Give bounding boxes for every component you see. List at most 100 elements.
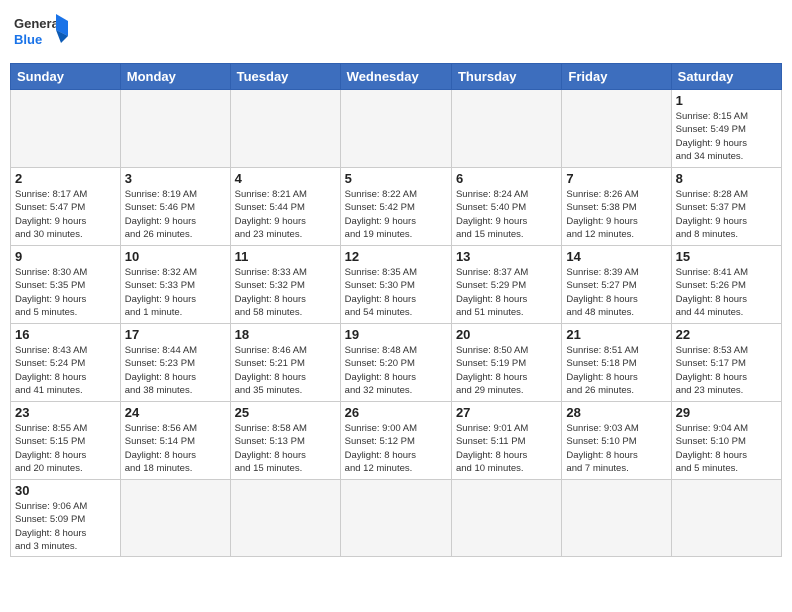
day-info: Sunrise: 9:04 AM Sunset: 5:10 PM Dayligh… (676, 422, 777, 475)
calendar-cell (340, 480, 451, 557)
day-number: 6 (456, 171, 557, 186)
weekday-header-thursday: Thursday (451, 64, 561, 90)
day-info: Sunrise: 8:26 AM Sunset: 5:38 PM Dayligh… (566, 188, 666, 241)
day-info: Sunrise: 8:39 AM Sunset: 5:27 PM Dayligh… (566, 266, 666, 319)
header: General Blue (10, 10, 782, 55)
day-number: 3 (125, 171, 226, 186)
calendar-cell: 19 Sunrise: 8:48 AM Sunset: 5:20 PM Dayli… (340, 324, 451, 402)
day-number: 22 (676, 327, 777, 342)
day-number: 21 (566, 327, 666, 342)
week-row-4: 16 Sunrise: 8:43 AM Sunset: 5:24 PM Dayli… (11, 324, 782, 402)
calendar-cell: 23 Sunrise: 8:55 AM Sunset: 5:15 PM Dayli… (11, 402, 121, 480)
day-number: 25 (235, 405, 336, 420)
day-number: 27 (456, 405, 557, 420)
calendar-cell: 25 Sunrise: 8:58 AM Sunset: 5:13 PM Dayli… (230, 402, 340, 480)
day-number: 16 (15, 327, 116, 342)
day-number: 23 (15, 405, 116, 420)
calendar-cell (230, 480, 340, 557)
day-number: 4 (235, 171, 336, 186)
day-number: 30 (15, 483, 116, 498)
calendar-cell: 29 Sunrise: 9:04 AM Sunset: 5:10 PM Dayli… (671, 402, 781, 480)
calendar-cell: 9Sunrise: 8:30 AM Sunset: 5:35 PM Daylig… (11, 246, 121, 324)
calendar-cell: 12 Sunrise: 8:35 AM Sunset: 5:30 PM Dayli… (340, 246, 451, 324)
day-number: 1 (676, 93, 777, 108)
calendar-cell: 26 Sunrise: 9:00 AM Sunset: 5:12 PM Dayli… (340, 402, 451, 480)
day-info: Sunrise: 8:37 AM Sunset: 5:29 PM Dayligh… (456, 266, 557, 319)
calendar-cell: 15Sunrise: 8:41 AM Sunset: 5:26 PM Dayli… (671, 246, 781, 324)
day-number: 29 (676, 405, 777, 420)
weekday-header-monday: Monday (120, 64, 230, 90)
calendar-cell: 2 Sunrise: 8:17 AM Sunset: 5:47 PM Daylig… (11, 168, 121, 246)
weekday-header-row: SundayMondayTuesdayWednesdayThursdayFrid… (11, 64, 782, 90)
day-number: 17 (125, 327, 226, 342)
day-info: Sunrise: 8:35 AM Sunset: 5:30 PM Dayligh… (345, 266, 447, 319)
day-info: Sunrise: 8:21 AM Sunset: 5:44 PM Dayligh… (235, 188, 336, 241)
day-info: Sunrise: 8:24 AM Sunset: 5:40 PM Dayligh… (456, 188, 557, 241)
calendar-cell: 6 Sunrise: 8:24 AM Sunset: 5:40 PM Daylig… (451, 168, 561, 246)
calendar-table: SundayMondayTuesdayWednesdayThursdayFrid… (10, 63, 782, 557)
day-number: 26 (345, 405, 447, 420)
calendar-cell: 21 Sunrise: 8:51 AM Sunset: 5:18 PM Dayli… (562, 324, 671, 402)
day-info: Sunrise: 8:32 AM Sunset: 5:33 PM Dayligh… (125, 266, 226, 319)
calendar-cell: 7 Sunrise: 8:26 AM Sunset: 5:38 PM Daylig… (562, 168, 671, 246)
svg-text:Blue: Blue (14, 32, 42, 47)
day-number: 13 (456, 249, 557, 264)
day-number: 2 (15, 171, 116, 186)
calendar-cell: 11Sunrise: 8:33 AM Sunset: 5:32 PM Dayli… (230, 246, 340, 324)
day-number: 24 (125, 405, 226, 420)
calendar-cell (230, 90, 340, 168)
svg-text:General: General (14, 16, 62, 31)
logo-svg: General Blue (14, 10, 69, 55)
day-number: 19 (345, 327, 447, 342)
day-info: Sunrise: 9:03 AM Sunset: 5:10 PM Dayligh… (566, 422, 666, 475)
calendar-cell: 13 Sunrise: 8:37 AM Sunset: 5:29 PM Dayli… (451, 246, 561, 324)
day-info: Sunrise: 8:55 AM Sunset: 5:15 PM Dayligh… (15, 422, 116, 475)
calendar-cell: 30Sunrise: 9:06 AM Sunset: 5:09 PM Dayli… (11, 480, 121, 557)
page: General Blue SundayMondayTuesdayWednesda… (0, 0, 792, 567)
day-number: 20 (456, 327, 557, 342)
logo: General Blue (14, 10, 69, 55)
day-info: Sunrise: 8:58 AM Sunset: 5:13 PM Dayligh… (235, 422, 336, 475)
calendar-cell: 1Sunrise: 8:15 AM Sunset: 5:49 PM Daylig… (671, 90, 781, 168)
day-number: 15 (676, 249, 777, 264)
calendar-cell: 8Sunrise: 8:28 AM Sunset: 5:37 PM Daylig… (671, 168, 781, 246)
calendar-cell (562, 90, 671, 168)
day-info: Sunrise: 9:00 AM Sunset: 5:12 PM Dayligh… (345, 422, 447, 475)
week-row-1: 1Sunrise: 8:15 AM Sunset: 5:49 PM Daylig… (11, 90, 782, 168)
calendar-cell (120, 90, 230, 168)
day-info: Sunrise: 8:51 AM Sunset: 5:18 PM Dayligh… (566, 344, 666, 397)
calendar-cell (671, 480, 781, 557)
day-info: Sunrise: 8:33 AM Sunset: 5:32 PM Dayligh… (235, 266, 336, 319)
day-info: Sunrise: 9:01 AM Sunset: 5:11 PM Dayligh… (456, 422, 557, 475)
day-info: Sunrise: 8:50 AM Sunset: 5:19 PM Dayligh… (456, 344, 557, 397)
calendar-cell (451, 90, 561, 168)
calendar-cell (451, 480, 561, 557)
calendar-cell: 14 Sunrise: 8:39 AM Sunset: 5:27 PM Dayli… (562, 246, 671, 324)
calendar-cell: 3Sunrise: 8:19 AM Sunset: 5:46 PM Daylig… (120, 168, 230, 246)
weekday-header-friday: Friday (562, 64, 671, 90)
week-row-3: 9Sunrise: 8:30 AM Sunset: 5:35 PM Daylig… (11, 246, 782, 324)
day-info: Sunrise: 8:48 AM Sunset: 5:20 PM Dayligh… (345, 344, 447, 397)
week-row-2: 2 Sunrise: 8:17 AM Sunset: 5:47 PM Daylig… (11, 168, 782, 246)
calendar-cell: 18Sunrise: 8:46 AM Sunset: 5:21 PM Dayli… (230, 324, 340, 402)
week-row-5: 23 Sunrise: 8:55 AM Sunset: 5:15 PM Dayli… (11, 402, 782, 480)
weekday-header-saturday: Saturday (671, 64, 781, 90)
calendar-cell: 10Sunrise: 8:32 AM Sunset: 5:33 PM Dayli… (120, 246, 230, 324)
day-info: Sunrise: 8:22 AM Sunset: 5:42 PM Dayligh… (345, 188, 447, 241)
day-info: Sunrise: 8:53 AM Sunset: 5:17 PM Dayligh… (676, 344, 777, 397)
day-info: Sunrise: 8:43 AM Sunset: 5:24 PM Dayligh… (15, 344, 116, 397)
day-number: 9 (15, 249, 116, 264)
day-number: 14 (566, 249, 666, 264)
calendar-cell: 16 Sunrise: 8:43 AM Sunset: 5:24 PM Dayli… (11, 324, 121, 402)
day-info: Sunrise: 8:17 AM Sunset: 5:47 PM Dayligh… (15, 188, 116, 241)
weekday-header-tuesday: Tuesday (230, 64, 340, 90)
calendar-cell (120, 480, 230, 557)
calendar-cell: 4 Sunrise: 8:21 AM Sunset: 5:44 PM Daylig… (230, 168, 340, 246)
day-info: Sunrise: 8:56 AM Sunset: 5:14 PM Dayligh… (125, 422, 226, 475)
calendar-cell (340, 90, 451, 168)
day-info: Sunrise: 8:44 AM Sunset: 5:23 PM Dayligh… (125, 344, 226, 397)
day-number: 12 (345, 249, 447, 264)
weekday-header-sunday: Sunday (11, 64, 121, 90)
day-number: 7 (566, 171, 666, 186)
calendar-cell: 24 Sunrise: 8:56 AM Sunset: 5:14 PM Dayli… (120, 402, 230, 480)
